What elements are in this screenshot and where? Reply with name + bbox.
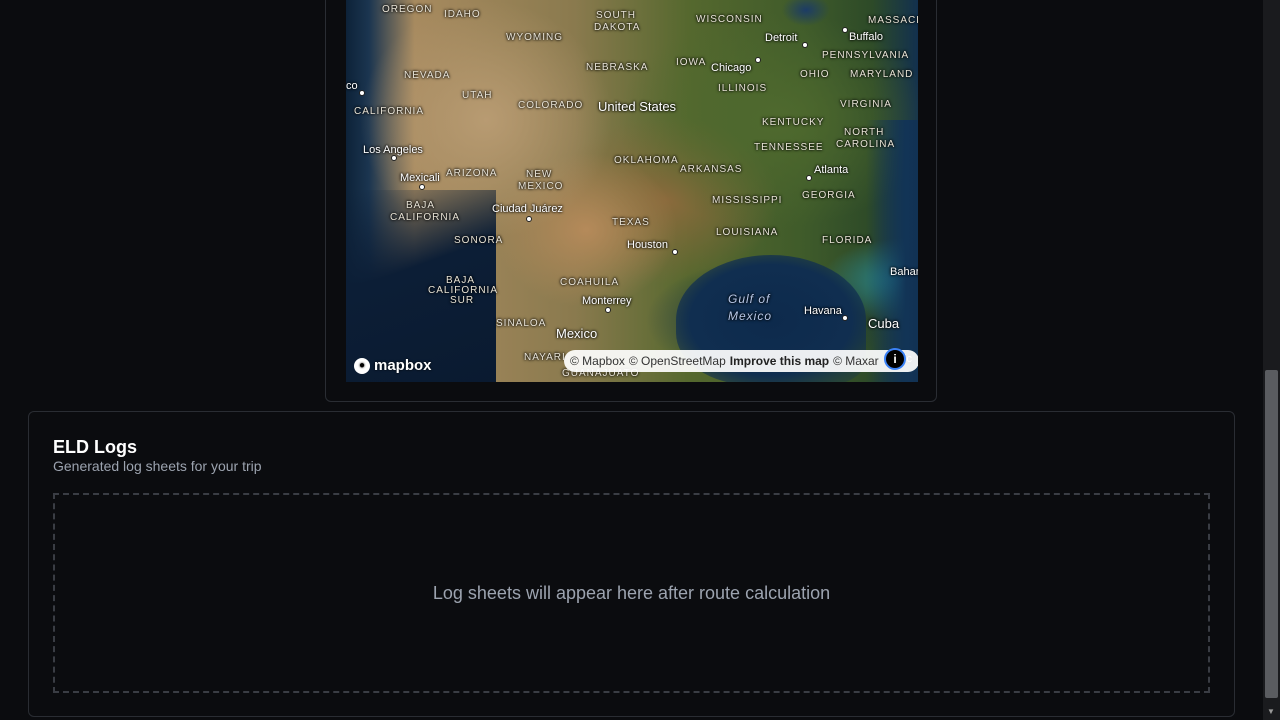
mapbox-logo-text: mapbox: [374, 357, 432, 374]
city-dot-houston: [672, 249, 678, 255]
map-label-sonora: SONORA: [454, 235, 504, 246]
city-chicago: Chicago: [711, 62, 752, 74]
city-dot-monterrey: [605, 307, 611, 313]
mapbox-logo-icon: ●: [354, 357, 370, 374]
eld-logs-card: ELD Logs Generated log sheets for your t…: [28, 411, 1235, 717]
log-sheets-placeholder-text: Log sheets will appear here after route …: [432, 582, 831, 603]
attribution-maxar-link[interactable]: © Maxar: [833, 354, 879, 368]
info-icon[interactable]: i: [884, 348, 906, 370]
eld-logs-title: ELD Logs: [53, 437, 137, 457]
map-label-illinois: ILLINOIS: [718, 83, 768, 94]
map-attribution: © Mapbox © OpenStreetMap Improve this ma…: [564, 350, 918, 372]
sea-label-gulf-1: Gulf of: [728, 292, 771, 306]
map-label-tennessee: TENNESSEE: [754, 142, 824, 153]
mapbox-logo[interactable]: ● mapbox: [354, 357, 432, 374]
map-label-south-dakota-2: DAKOTA: [594, 22, 641, 33]
improve-map-link[interactable]: Improve this map: [730, 354, 829, 368]
country-cuba: Cuba: [868, 316, 900, 331]
map-label-nevada: NEVADA: [404, 70, 451, 81]
city-monterrey: Monterrey: [582, 295, 632, 307]
map-label-virginia: VIRGINIA: [840, 99, 892, 110]
map-label-nayarit: NAYARI: [524, 352, 566, 363]
city-dot-detroit: [802, 42, 808, 48]
map-label-south-dakota-1: SOUTH: [596, 10, 636, 21]
map-label-north-carolina-1: NORTH: [844, 127, 885, 138]
city-buffalo: Buffalo: [849, 31, 884, 43]
map-label-wyoming: WYOMING: [506, 32, 563, 43]
atlantic-water: [866, 120, 918, 382]
eld-logs-subtitle: Generated log sheets for your trip: [53, 458, 262, 474]
city-dot-atlanta: [806, 175, 812, 181]
map-label-massachusetts: MASSACHU: [868, 15, 918, 26]
page-scrollbar[interactable]: ▼: [1263, 0, 1280, 720]
route-map[interactable]: OREGON IDAHO SOUTH DAKOTA WISCONSIN MASS…: [346, 0, 918, 382]
map-label-utah: UTAH: [462, 90, 493, 101]
map-label-california: CALIFORNIA: [354, 106, 425, 117]
city-dot-buffalo: [842, 27, 848, 33]
map-label-coahuila: COAHUILA: [560, 277, 620, 288]
map-label-oklahoma: OKLAHOMA: [614, 155, 679, 166]
map-label-baja-california-sur-3: SUR: [450, 295, 475, 306]
scroll-down-arrow-icon[interactable]: ▼: [1267, 707, 1275, 716]
scrollbar-thumb[interactable]: [1265, 370, 1278, 698]
map-label-iowa: IOWA: [676, 57, 707, 68]
map-label-maryland: MARYLAND: [850, 69, 914, 80]
country-mexico: Mexico: [556, 326, 598, 341]
city-dot-havana: [842, 315, 848, 321]
map-label-texas: TEXAS: [612, 217, 650, 228]
log-sheets-placeholder: Log sheets will appear here after route …: [53, 493, 1210, 693]
attribution-mapbox-link[interactable]: © Mapbox: [570, 354, 625, 368]
country-united-states: United States: [598, 99, 677, 114]
map-label-arkansas: ARKANSAS: [680, 164, 743, 175]
map-label-nebraska: NEBRASKA: [586, 62, 649, 73]
map-label-baja-california-2: CALIFORNIA: [390, 212, 461, 223]
city-dot-partial: [359, 90, 365, 96]
city-atlanta: Atlanta: [814, 164, 849, 176]
map-label-bahamas: Bahan: [890, 266, 918, 278]
city-havana: Havana: [804, 305, 842, 317]
map-label-baja-california-1: BAJA: [406, 200, 436, 211]
city-detroit: Detroit: [765, 32, 798, 44]
attribution-osm-link[interactable]: © OpenStreetMap: [629, 354, 726, 368]
city-ciudad-juarez: Ciudad Juárez: [492, 203, 563, 215]
map-label-louisiana: LOUISIANA: [716, 227, 779, 238]
city-mexicali: Mexicali: [400, 172, 440, 184]
city-dot-chicago: [755, 57, 761, 63]
map-label-mississippi: MISSISSIPPI: [712, 195, 783, 206]
map-label-florida: FLORIDA: [822, 235, 873, 246]
map-label-ohio: OHIO: [800, 69, 830, 80]
map-label-oregon: OREGON: [382, 4, 433, 15]
sea-label-gulf-2: Mexico: [728, 309, 773, 323]
map-label-new-mexico-2: MEXICO: [518, 181, 564, 192]
map-label-wisconsin: WISCONSIN: [696, 14, 763, 25]
map-label-north-carolina-2: CAROLINA: [836, 139, 896, 150]
city-partial-co: co: [346, 80, 358, 92]
map-label-colorado: COLORADO: [518, 100, 584, 111]
map-label-pennsylvania: PENNSYLVANIA: [822, 50, 910, 61]
city-houston: Houston: [627, 239, 668, 251]
info-icon-glyph: i: [893, 352, 897, 366]
city-dot-mexicali: [419, 184, 425, 190]
map-label-idaho: IDAHO: [444, 9, 481, 20]
map-label-georgia: GEORGIA: [802, 190, 856, 201]
city-dot-ciudad-juarez: [526, 216, 532, 222]
map-label-arizona: ARIZONA: [446, 168, 498, 179]
map-label-kentucky: KENTUCKY: [762, 117, 825, 128]
map-label-sinaloa: SINALOA: [496, 318, 547, 329]
map-label-new-mexico-1: NEW: [526, 169, 553, 180]
city-dot-los-angeles: [391, 155, 397, 161]
